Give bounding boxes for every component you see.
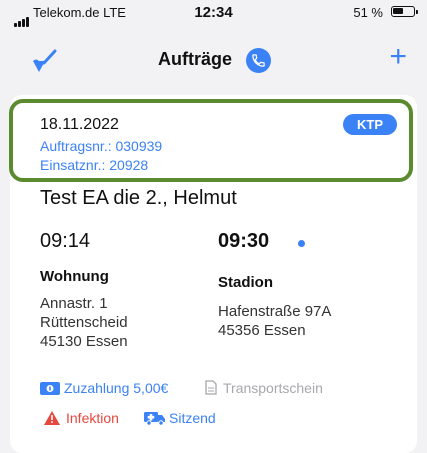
status-dot	[298, 240, 305, 247]
order-number: Auftragsnr.: 030939	[40, 138, 163, 154]
money-icon	[40, 382, 60, 398]
pickup-address: Annastr. 1 Rüttenscheid 45130 Essen	[40, 295, 128, 350]
battery-percentage: 51 %	[353, 5, 383, 20]
ktp-badge: KTP	[343, 114, 397, 135]
battery-icon	[391, 6, 418, 17]
page-title: Aufträge	[158, 49, 233, 69]
call-button[interactable]	[246, 48, 271, 73]
destination-name: Stadion	[218, 274, 273, 291]
seating-label: Sitzend	[169, 410, 216, 426]
arrival-time: 09:30	[218, 230, 270, 252]
copayment-label: Zuzahlung 5,00€	[64, 380, 169, 396]
destination-address: Hafenstraße 97A 45356 Essen	[218, 303, 332, 339]
pickup-location-name: Wohnung	[40, 268, 109, 285]
copayment-info: Zuzahlung 5,00€	[40, 380, 168, 398]
seating-info: Sitzend	[144, 410, 216, 429]
transport-certificate-label: Transportschein	[223, 380, 323, 396]
navigation-bar: Aufträge +	[0, 38, 427, 82]
broom-icon[interactable]	[30, 48, 58, 76]
ambulance-icon	[144, 410, 166, 429]
warning-icon	[44, 411, 60, 428]
infection-label: Infektion	[66, 410, 119, 426]
pickup-time: 09:14	[40, 230, 91, 252]
mission-number: Einsatznr.: 20928	[40, 157, 149, 173]
status-bar: Telekom.de LTE 12:34 51 %	[0, 0, 427, 27]
order-date: 18.11.2022	[40, 116, 119, 133]
add-order-button[interactable]: +	[389, 42, 407, 72]
patient-name: Test EA die 2., Helmut	[40, 187, 237, 209]
phone-icon	[252, 54, 265, 67]
transport-certificate[interactable]: Transportschein	[205, 380, 323, 398]
infection-warning: Infektion	[44, 410, 119, 428]
document-icon	[205, 380, 217, 398]
